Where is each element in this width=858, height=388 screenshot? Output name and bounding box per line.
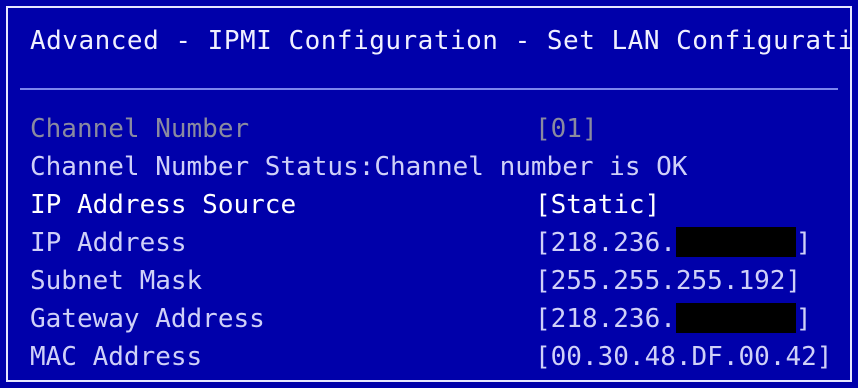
ip-address-source-label: IP Address Source [30,190,297,220]
subnet-mask-label: Subnet Mask [30,266,203,296]
mac-address-value: [00.30.48.DF.00.42] [535,342,833,372]
gateway-address-value[interactable]: [218.236.] [535,300,812,338]
subnet-mask-value[interactable]: [255.255.255.192] [535,262,801,300]
mac-address-label: MAC Address [30,342,203,372]
page-title: Advanced - IPMI Configuration - Set LAN … [30,26,854,56]
row-mac-address: MAC Address [00.30.48.DF.00.42] [30,338,833,376]
row-ip-address[interactable]: IP Address [218.236.] [30,224,830,262]
ip-address-value[interactable]: [218.236.] [535,224,812,262]
ip-address-source-value[interactable]: [Static] [535,186,660,224]
channel-number-label: Channel Number [30,114,250,144]
title-divider [20,88,838,90]
lan-config-list: Channel Number [01] Channel Number Statu… [30,110,833,376]
gateway-address-suffix: ] [795,304,812,334]
row-channel-status: Channel Number Status:Channel number is … [30,148,830,186]
ip-address-prefix: [218.236. [535,228,676,258]
ip-address-label: IP Address [30,228,187,258]
channel-status-text: Channel Number Status:Channel number is … [30,152,688,182]
redaction-box [675,226,796,257]
channel-number-value: [01] [535,114,598,144]
gateway-address-label: Gateway Address [30,304,265,334]
gateway-address-prefix: [218.236. [535,304,676,334]
row-channel-number: Channel Number [01] [30,110,830,148]
row-ip-address-source[interactable]: IP Address Source [Static] [30,186,830,224]
row-subnet-mask[interactable]: Subnet Mask [255.255.255.192] [30,262,830,300]
row-gateway-address[interactable]: Gateway Address [218.236.] [30,300,830,338]
redaction-box [675,302,796,333]
ip-address-suffix: ] [795,228,812,258]
